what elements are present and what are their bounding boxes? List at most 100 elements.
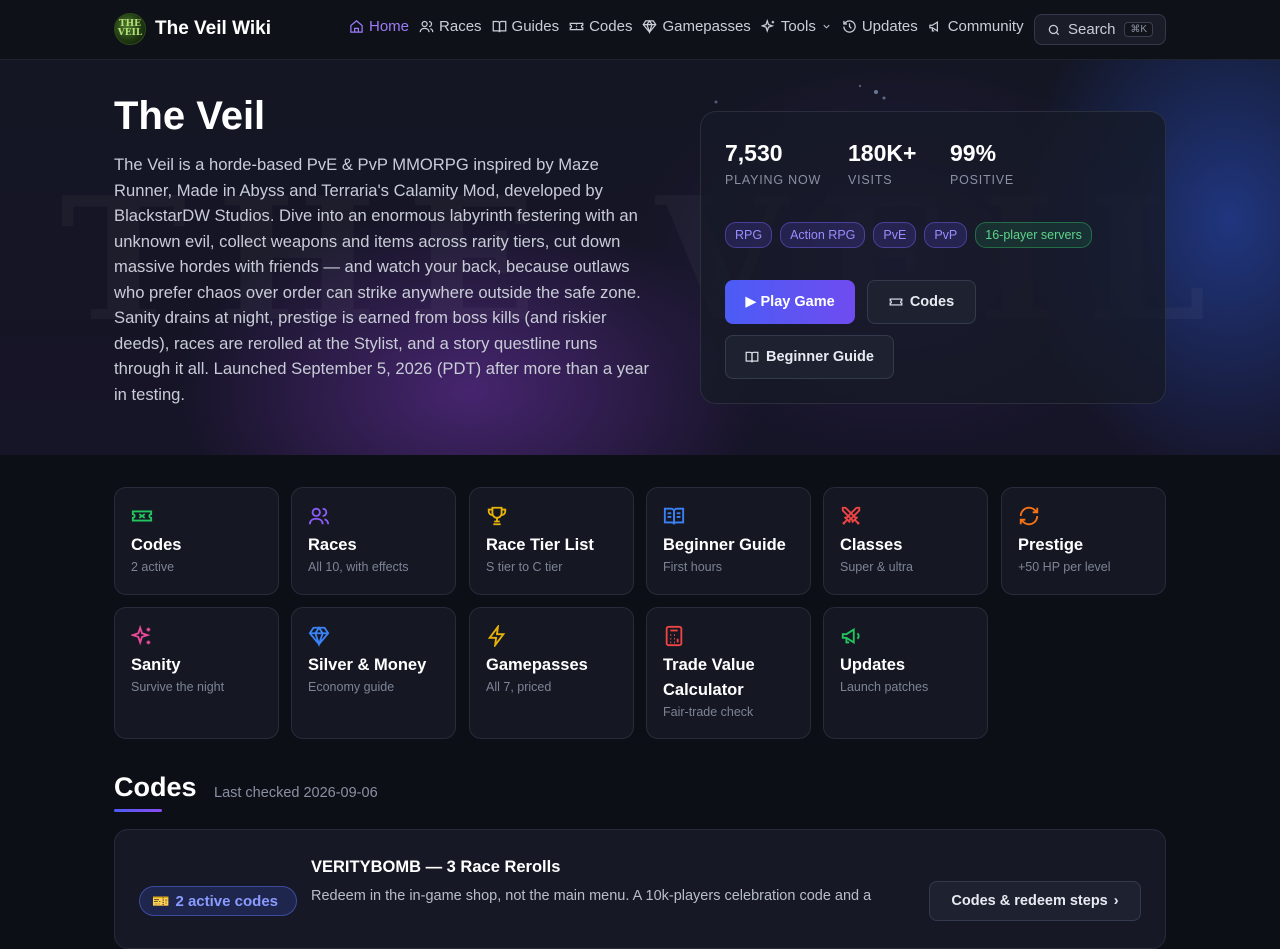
- stat-value: 7,530: [725, 140, 783, 166]
- nav-link-label: Updates: [861, 18, 918, 35]
- quick-link-title: Silver & Money: [308, 656, 427, 674]
- quick-link-race-tier-list[interactable]: Race Tier List S tier to C tier: [469, 487, 634, 595]
- codes-redeem-steps-button[interactable]: Codes & redeem steps ›: [929, 881, 1141, 921]
- ticket-icon: [131, 510, 153, 522]
- megaphone-icon: [928, 20, 938, 33]
- nav-link-home[interactable]: Home: [349, 18, 409, 35]
- search-icon: [1048, 24, 1060, 35]
- quick-link-subtitle: Super & ultra: [840, 560, 913, 574]
- hero-section: THE VEIL The Veil The Veil is a horde-ba…: [0, 60, 1280, 455]
- ticket-icon: [569, 22, 584, 31]
- quick-link-title: Prestige: [1018, 536, 1084, 554]
- quick-link-races[interactable]: Races All 10, with effects: [291, 487, 456, 595]
- chevron-right-icon: ›: [1113, 893, 1119, 909]
- nav-links: Home Races Guides Codes Gamepasses Tools…: [349, 18, 1024, 35]
- book-open-icon: [663, 507, 685, 525]
- codes-last-checked: Last checked 2026-09-06: [214, 785, 378, 801]
- book-icon: [745, 351, 759, 363]
- nav-link-label: Home: [369, 18, 410, 35]
- quick-link-title: Sanity: [131, 656, 181, 674]
- stat-visits: 180K+ VISITS: [848, 140, 916, 187]
- nav-link-label: Codes: [589, 18, 633, 35]
- ticket-icon: [889, 298, 903, 306]
- calculator-icon: [665, 625, 683, 647]
- stat-value: 180K+: [848, 140, 917, 166]
- top-navigation: THE VEIL The Veil Wiki Home Races Guides…: [0, 0, 1280, 60]
- quick-link-prestige[interactable]: Prestige +50 HP per level: [1001, 487, 1166, 595]
- chevron-down-icon: [823, 24, 830, 29]
- nav-link-label: Community: [947, 18, 1024, 35]
- nav-link-community[interactable]: Community: [928, 18, 1024, 35]
- diamond-icon: [308, 626, 330, 647]
- codes-redeem-label: Codes & redeem steps: [951, 893, 1108, 909]
- featured-code-description: Redeem in the in-game shop, not the main…: [311, 888, 872, 904]
- nav-link-label: Gamepasses: [662, 18, 751, 35]
- megaphone-icon: [841, 627, 860, 645]
- quick-link-title: Updates: [840, 656, 906, 674]
- swords-icon: [841, 506, 861, 525]
- tag-server-size: 16-player servers: [975, 222, 1092, 248]
- quick-link-trade-value-calculator[interactable]: Trade Value Calculator Fair-trade check: [646, 607, 811, 739]
- stat-label: VISITS: [848, 173, 893, 187]
- stat-label: PLAYING NOW: [725, 173, 822, 187]
- search-label: Search: [1068, 21, 1116, 38]
- tag-pvp: PvP: [924, 222, 968, 248]
- nav-link-codes[interactable]: Codes: [569, 18, 632, 35]
- play-game-button[interactable]: ▶ Play Game: [725, 280, 855, 324]
- featured-code-title: VERITYBOMB — 3 Race Rerolls: [311, 858, 561, 876]
- quick-link-subtitle: All 7, priced: [486, 680, 552, 694]
- quick-link-subtitle: 2 active: [131, 560, 175, 574]
- nav-link-tools[interactable]: Tools: [760, 18, 832, 35]
- heading-underline: [114, 809, 162, 812]
- stat-label: POSITIVE: [950, 173, 1015, 187]
- trophy-icon: [487, 506, 507, 526]
- quick-link-silver-money[interactable]: Silver & Money Economy guide: [291, 607, 456, 739]
- quick-link-updates[interactable]: Updates Launch patches: [823, 607, 988, 739]
- quick-link-beginner-guide[interactable]: Beginner Guide First hours: [646, 487, 811, 595]
- search-button[interactable]: Search ⌘K: [1034, 14, 1166, 45]
- brand-logo: THE VEIL: [114, 13, 146, 45]
- quick-link-title: Races: [308, 536, 357, 554]
- nav-link-gamepasses[interactable]: Gamepasses: [642, 18, 751, 35]
- codes-button[interactable]: Codes: [867, 280, 976, 324]
- tag-action-rpg: Action RPG: [780, 222, 866, 248]
- tag-rpg: RPG: [725, 222, 773, 248]
- nav-link-guides[interactable]: Guides: [492, 18, 559, 35]
- genre-tags: RPG Action RPG PvE PvP 16-player servers: [725, 222, 1092, 248]
- quick-link-codes[interactable]: Codes 2 active: [114, 487, 279, 595]
- home-icon: [350, 20, 363, 33]
- quick-link-classes[interactable]: Classes Super & ultra: [823, 487, 988, 595]
- quick-link-title: Codes: [131, 536, 182, 554]
- hero-description: The Veil is a horde-based PvE & PvP MMOR…: [114, 155, 649, 404]
- nav-link-updates[interactable]: Updates: [842, 18, 918, 35]
- quick-link-subtitle: Fair-trade check: [663, 705, 754, 719]
- hero-title: The Veil: [114, 94, 266, 138]
- sparkles-icon: [131, 625, 151, 646]
- bolt-icon: [487, 625, 506, 647]
- play-game-label: ▶ Play Game: [745, 294, 835, 310]
- active-codes-badge: 🎫 2 active codes: [139, 886, 297, 916]
- quick-link-subtitle: +50 HP per level: [1018, 560, 1111, 574]
- refresh-icon: [1019, 506, 1039, 526]
- quick-link-title: Trade Value Calculator: [663, 656, 755, 699]
- search-shortcut: ⌘K: [1124, 22, 1153, 37]
- quick-link-gamepasses[interactable]: Gamepasses All 7, priced: [469, 607, 634, 739]
- nav-link-races[interactable]: Races: [419, 18, 482, 35]
- brand-name: The Veil Wiki: [155, 18, 271, 39]
- quick-link-subtitle: S tier to C tier: [486, 560, 563, 574]
- quick-link-sanity[interactable]: Sanity Survive the night: [114, 607, 279, 739]
- stat-playing-now: 7,530 PLAYING NOW: [725, 140, 821, 187]
- beginner-guide-button[interactable]: Beginner Guide: [725, 335, 894, 379]
- quick-link-title: Race Tier List: [486, 536, 594, 554]
- sparkles-icon: [760, 19, 775, 33]
- tag-pve: PvE: [873, 222, 917, 248]
- quick-link-subtitle: Survive the night: [131, 680, 225, 694]
- users-icon: [308, 507, 330, 525]
- brand[interactable]: THE VEIL The Veil Wiki: [114, 13, 271, 45]
- codes-section-heading: Codes: [114, 772, 197, 802]
- stat-value: 99%: [950, 140, 997, 166]
- ticket-icon: 🎫: [152, 892, 170, 909]
- diamond-icon: [642, 19, 657, 34]
- beginner-guide-label: Beginner Guide: [766, 349, 874, 365]
- active-codes-label: 2 active codes: [175, 892, 278, 910]
